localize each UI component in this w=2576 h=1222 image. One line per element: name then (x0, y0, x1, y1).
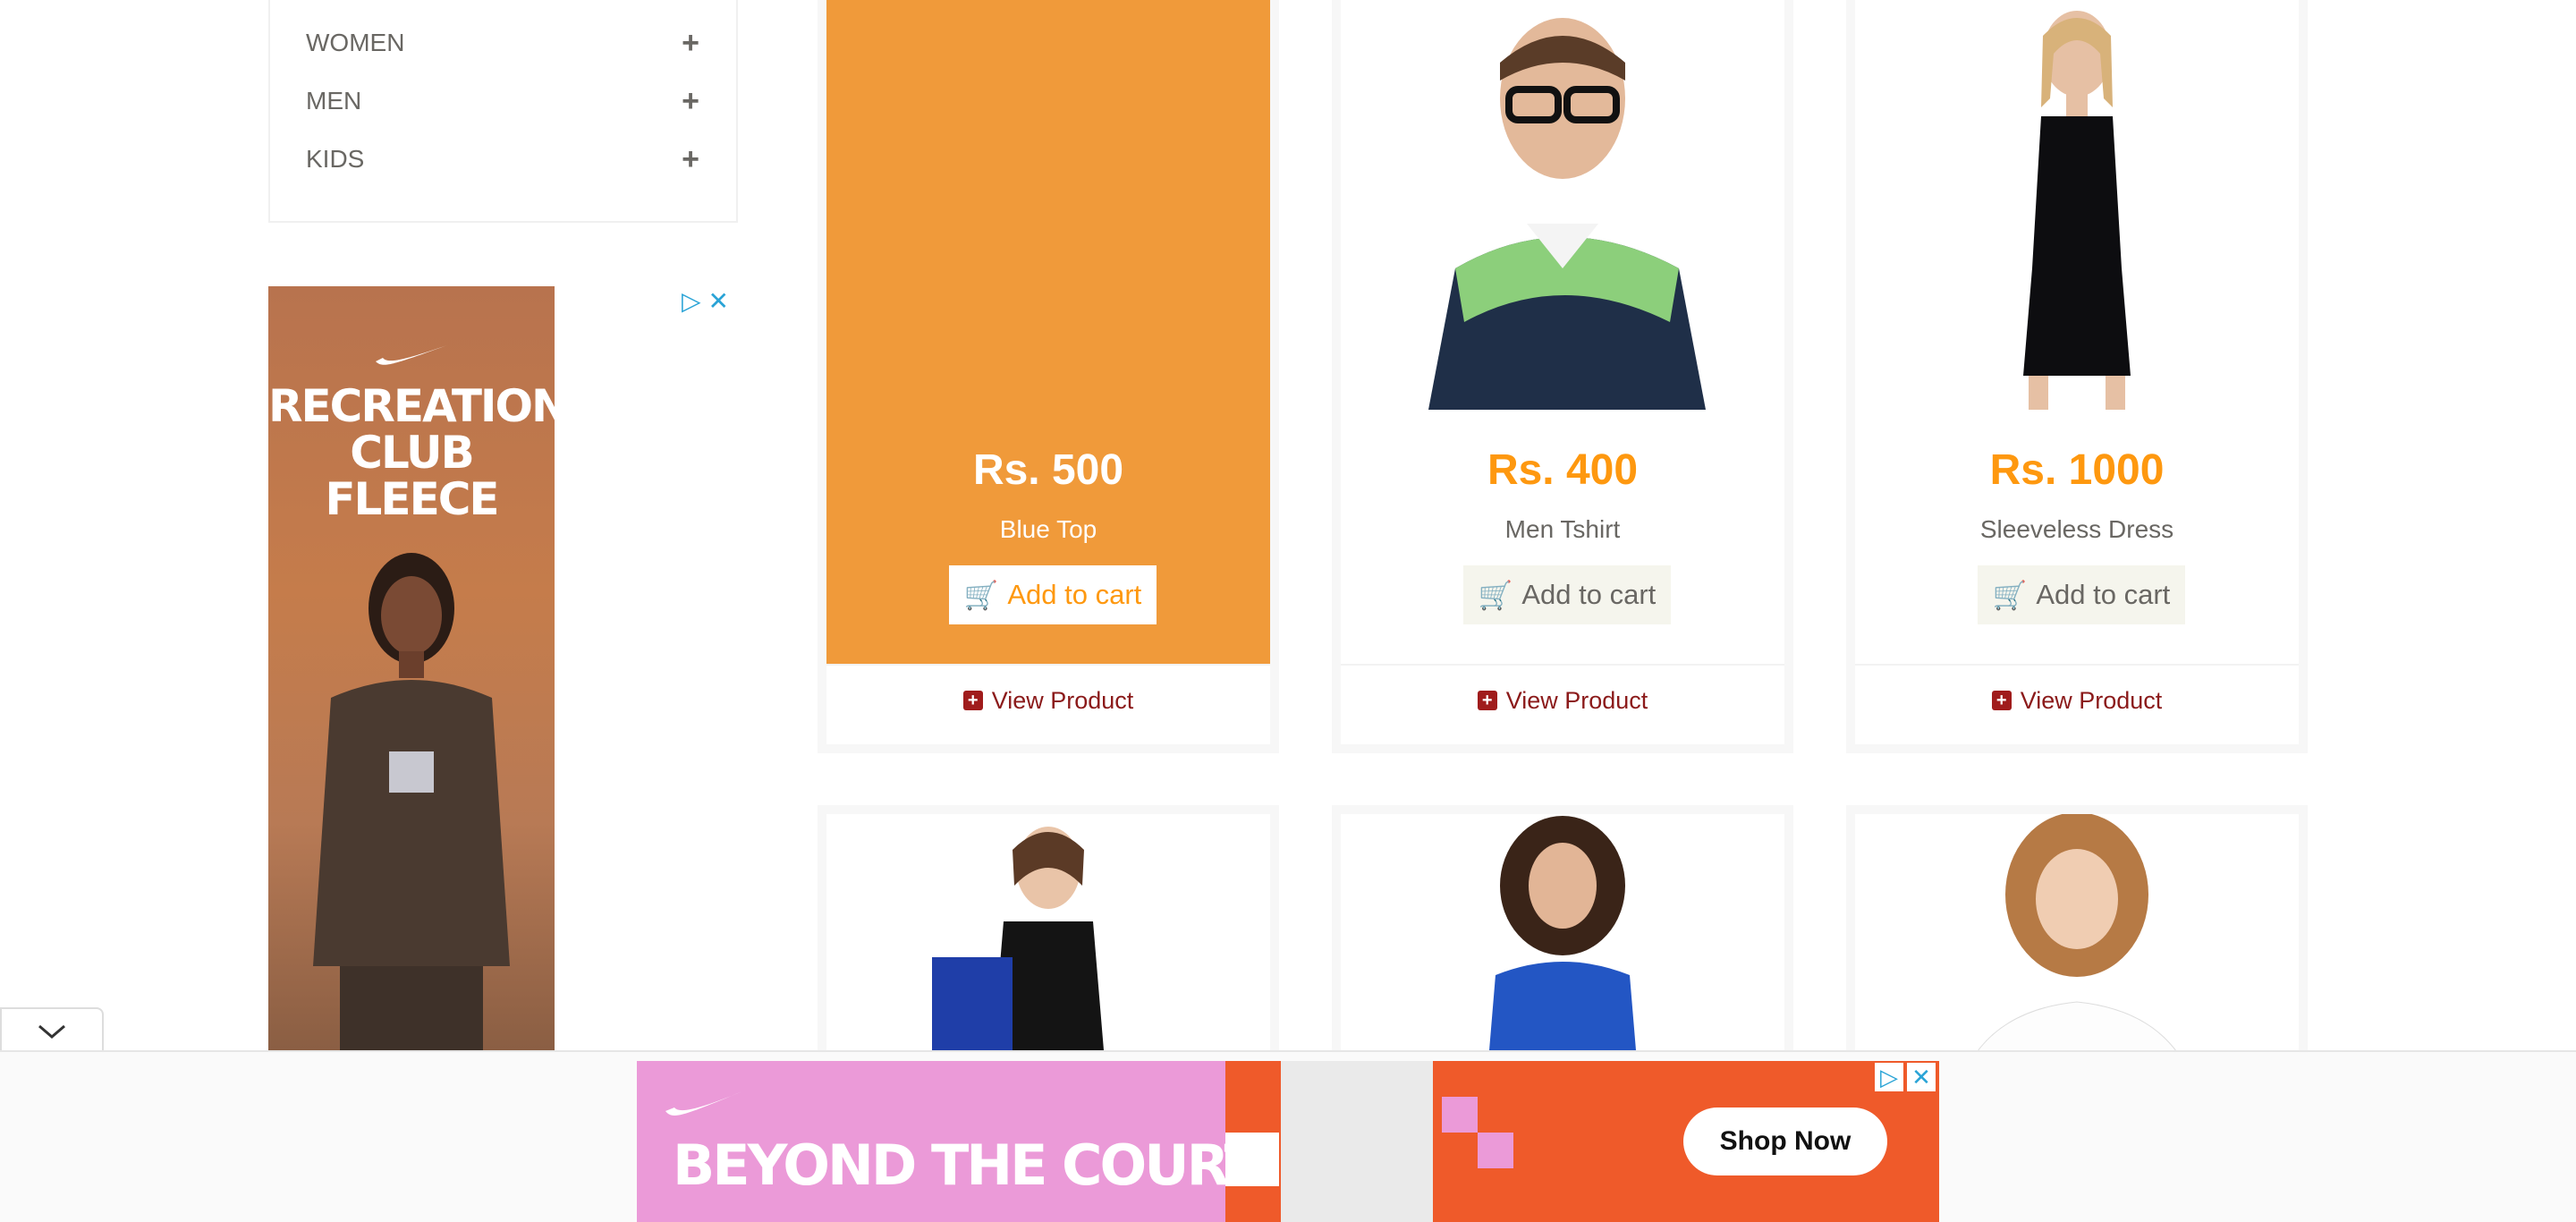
category-men[interactable]: MEN + (306, 83, 699, 119)
bottom-ad-choices[interactable]: ▷ ✕ (1875, 1063, 1936, 1091)
model-figure-image (313, 553, 510, 1052)
category-panel: WOMEN + MEN + KIDS + (268, 0, 738, 223)
chevron-down-icon (38, 1024, 65, 1039)
bottom-banner-ad[interactable]: BEYOND THE COURT Shop Now (637, 1061, 1939, 1222)
plus-icon[interactable]: + (682, 144, 699, 174)
plus-square-icon: + (1991, 691, 2012, 710)
category-label[interactable]: KIDS (306, 145, 364, 174)
view-product-label: View Product (991, 686, 1134, 714)
shop-now-button[interactable]: Shop Now (1683, 1107, 1887, 1175)
view-product-label: View Product (1505, 686, 1648, 714)
product-price: Rs. 500 (972, 446, 1124, 494)
woman-shopping-bag-photo (932, 827, 1106, 1082)
product-card (1846, 805, 2308, 1222)
view-product-link[interactable]: + View Product (826, 664, 1270, 735)
add-to-cart-button[interactable]: 🛒 Add to cart (1463, 565, 1671, 624)
category-label[interactable]: WOMEN (306, 29, 404, 57)
swoosh-logo-icon (665, 1091, 742, 1116)
product-body: Rs. 1000 Sleeveless Dress 🛒 Add to cart (1855, 0, 2299, 664)
view-product-link[interactable]: + View Product (1341, 664, 1784, 735)
banner-pattern-block (1225, 1133, 1279, 1186)
product-body: Rs. 400 Men Tshirt 🛒 Add to cart (1341, 0, 1784, 664)
product-card-sleeveless-dress: Rs. 1000 Sleeveless Dress 🛒 Add to cart … (1846, 0, 2308, 753)
banner-headline: BEYOND THE COURT (673, 1133, 1262, 1198)
side-ad-choices[interactable]: ▷ ✕ (682, 289, 729, 314)
side-advertisement[interactable]: RECREATION CLUB FLEECE (268, 286, 555, 1052)
product-image (1341, 0, 1784, 410)
add-to-cart-label: Add to cart (2036, 579, 2171, 610)
view-product-label: View Product (2020, 686, 2163, 714)
girl-white-tshirt-photo (1960, 814, 2194, 1082)
category-kids[interactable]: KIDS + (306, 141, 699, 177)
product-overlay: Rs. 500 Blue Top 🛒 Add to cart (826, 0, 1270, 664)
adchoices-icon[interactable]: ▷ (682, 289, 701, 314)
product-card (818, 805, 1279, 1222)
add-to-cart-label: Add to cart (1007, 579, 1142, 610)
cart-icon: 🛒 (1992, 579, 2028, 611)
adchoices-icon[interactable]: ▷ (1875, 1063, 1903, 1091)
product-name: Sleeveless Dress (1979, 515, 2174, 543)
page: WOMEN + MEN + KIDS + RECREATION CLUB FLE… (0, 0, 2576, 1222)
plus-square-icon: + (962, 691, 983, 710)
cart-icon: 🛒 (1478, 579, 1513, 611)
close-icon[interactable]: ✕ (1907, 1063, 1936, 1091)
side-ad-headline-line2: CLUB FLEECE (325, 427, 499, 525)
woman-dress-photo (2023, 11, 2131, 410)
side-ad-headline: RECREATION CLUB FLEECE (268, 383, 555, 522)
banner-model-image (1281, 1061, 1433, 1222)
banner-pattern-block (1442, 1097, 1478, 1133)
category-women[interactable]: WOMEN + (306, 25, 699, 61)
man-tshirt-photo (1428, 18, 1706, 410)
woman-blue-sweater-photo (1487, 816, 1639, 1082)
product-card-men-tshirt: Rs. 400 Men Tshirt 🛒 Add to cart + View … (1332, 0, 1793, 753)
close-icon[interactable]: ✕ (708, 289, 729, 314)
swoosh-logo-icon (376, 345, 447, 365)
collapse-ad-button[interactable] (0, 1007, 104, 1054)
product-name: Men Tshirt (1504, 515, 1621, 543)
add-to-cart-label: Add to cart (1521, 579, 1657, 610)
add-to-cart-button[interactable]: 🛒 Add to cart (1978, 565, 2185, 624)
plus-square-icon: + (1477, 691, 1497, 710)
plus-icon[interactable]: + (682, 28, 699, 58)
cart-icon: 🛒 (963, 579, 999, 611)
add-to-cart-button[interactable]: 🛒 Add to cart (949, 565, 1157, 624)
product-name: Blue Top (999, 515, 1097, 543)
plus-icon[interactable]: + (682, 86, 699, 116)
view-product-link[interactable]: + View Product (1855, 664, 2299, 735)
product-price: Rs. 1000 (1989, 446, 2165, 494)
banner-pattern-block (1478, 1133, 1513, 1168)
product-card (1332, 805, 1793, 1222)
product-price: Rs. 400 (1487, 446, 1639, 494)
side-ad-headline-line1: RECREATION (268, 380, 555, 432)
product-card-blue-top: Rs. 500 Blue Top 🛒 Add to cart + View Pr… (818, 0, 1279, 753)
category-label[interactable]: MEN (306, 87, 361, 115)
product-image (1855, 0, 2299, 410)
